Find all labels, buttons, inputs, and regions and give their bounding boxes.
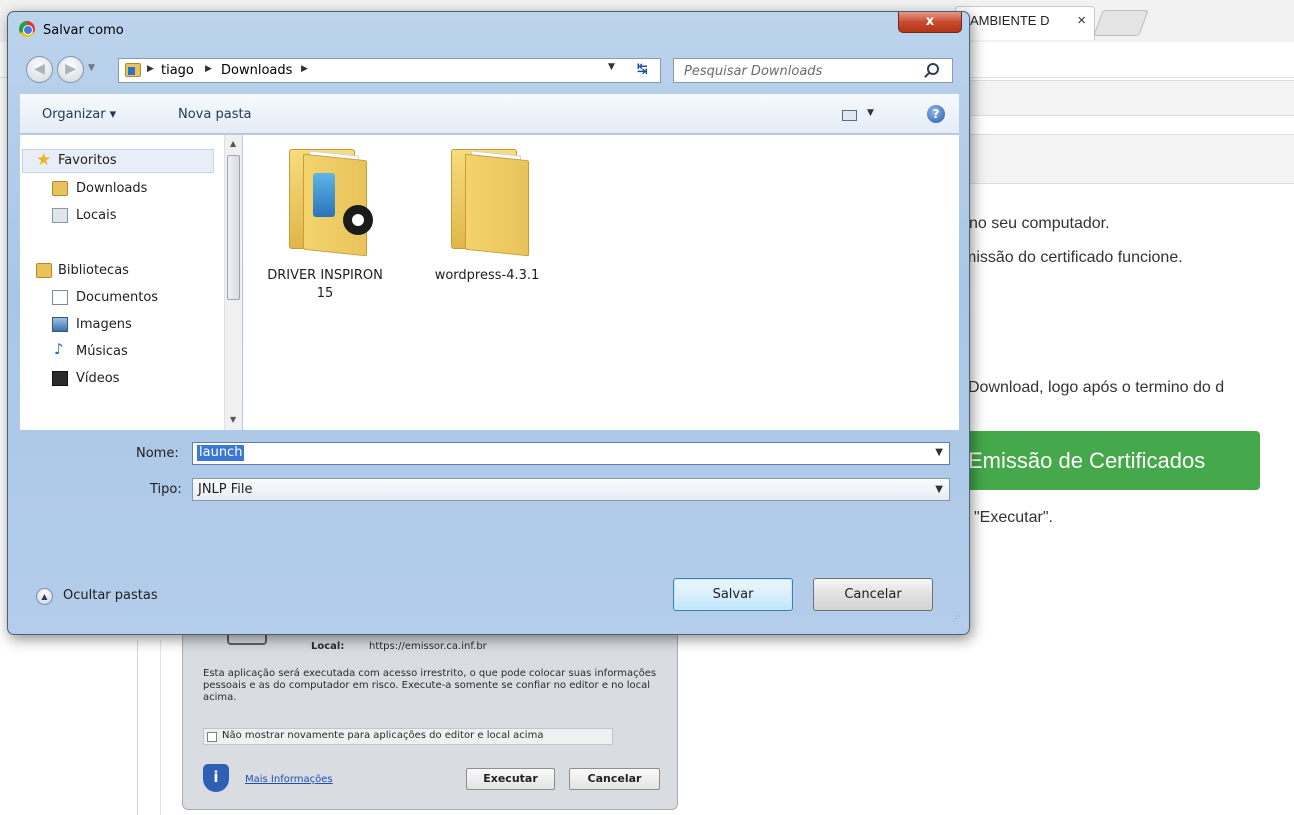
page-divider [137, 640, 138, 815]
checkbox-icon[interactable] [207, 732, 217, 742]
address-bar[interactable]: ▶ tiago ▶ Downloads ▶ [118, 58, 661, 83]
java-checkbox-label: Não mostrar novamente para aplicações do… [222, 730, 544, 741]
shield-info-icon: i [203, 764, 229, 792]
java-dont-show-checkbox[interactable]: Não mostrar novamente para aplicações do… [203, 728, 613, 745]
hide-folders-button[interactable]: ▲ Ocultar pastas [36, 587, 206, 607]
filename-label: Nome: [136, 446, 179, 461]
scroll-down-icon[interactable]: ▼ [230, 415, 236, 424]
breadcrumb-arrow-icon[interactable]: ▶ [301, 64, 308, 74]
sidebar-item-downloads[interactable]: Downloads [76, 181, 147, 196]
download-arrow-icon [313, 173, 335, 217]
scroll-up-icon[interactable]: ▲ [230, 139, 236, 148]
sidebar-item-music[interactable]: Músicas [76, 344, 128, 359]
filename-value[interactable]: launch [197, 445, 245, 461]
page-instruction-text: missão do certificado funcione. [963, 249, 1183, 266]
navigation-pane: ★ Favoritos Downloads Locais Bibliotecas… [20, 135, 242, 430]
search-box [673, 58, 953, 83]
file-type-value: JNLP File [198, 482, 253, 497]
folder-icon [451, 143, 537, 257]
chevron-down-icon[interactable]: ▼ [935, 447, 943, 458]
run-button[interactable]: Executar [466, 768, 555, 790]
file-name: DRIVER INSPIRON 15 [267, 268, 383, 301]
gear-icon [343, 205, 373, 235]
browser-tab-title: AMBIENTE D [970, 13, 1050, 28]
page-instruction-text: no seu computador. [969, 215, 1110, 232]
page-section-bar [960, 134, 1294, 184]
java-cancel-button[interactable]: Cancelar [569, 768, 660, 790]
address-dropdown-icon[interactable]: ▼ [608, 62, 615, 72]
sidebar-item-favorites-label: Favoritos [58, 153, 117, 168]
documents-icon [52, 290, 68, 305]
chevron-down-icon[interactable]: ▼ [935, 484, 943, 495]
sidebar-item-places[interactable]: Locais [76, 208, 116, 223]
browser-tab[interactable]: AMBIENTE D × [955, 6, 1095, 40]
scroll-thumb[interactable] [227, 155, 240, 300]
page-divider [160, 640, 161, 815]
downloads-folder-icon [125, 63, 141, 77]
music-icon: ♪ [54, 340, 64, 358]
back-button[interactable]: ◀ [26, 56, 53, 83]
star-icon: ★ [36, 150, 52, 170]
dialog-title: Salvar como [43, 23, 124, 38]
page-instruction-text: Download, logo após o termino do d [968, 379, 1225, 396]
save-button[interactable]: Salvar [673, 578, 793, 611]
dialog-toolbar: Organizar ▾ Nova pasta ▼ ? [20, 94, 959, 134]
sidebar-item-videos[interactable]: Vídeos [76, 371, 119, 386]
sidebar-item-images[interactable]: Imagens [76, 317, 132, 332]
file-list: DRIVER INSPIRON 15 wordpress-4.3.1 [243, 135, 959, 430]
forward-arrow-icon: ▶ [65, 61, 76, 77]
refresh-icon[interactable]: ↹ [637, 62, 648, 77]
view-dropdown-icon[interactable]: ▼ [867, 108, 874, 118]
videos-icon [52, 371, 68, 386]
organize-button[interactable]: Organizar ▾ [42, 107, 116, 122]
more-info-link[interactable]: Mais Informações [245, 774, 333, 785]
places-icon [52, 208, 68, 223]
save-as-dialog: Salvar como x ◀ ▶ ▼ ▶ tiago ▶ Downloads … [7, 11, 970, 635]
folder-icon [289, 143, 375, 257]
close-button[interactable]: x [898, 12, 962, 33]
java-local-label: Local: [311, 641, 345, 652]
search-input[interactable] [684, 62, 914, 80]
new-tab-button[interactable] [1093, 10, 1149, 36]
file-name: wordpress-4.3.1 [434, 268, 540, 283]
help-icon[interactable]: ? [927, 105, 945, 123]
libraries-icon [36, 263, 52, 278]
chevron-up-icon: ▲ [36, 588, 53, 605]
page-header-bar [960, 80, 1294, 116]
nav-scrollbar[interactable]: ▲ ▼ [224, 135, 242, 430]
sidebar-item-documents[interactable]: Documentos [76, 290, 158, 305]
resize-grip-icon[interactable]: ⋰ [952, 614, 964, 626]
search-icon[interactable] [927, 63, 939, 75]
breadcrumb-arrow-icon[interactable]: ▶ [205, 64, 212, 74]
recent-locations-dropdown-icon[interactable]: ▼ [88, 63, 95, 73]
chrome-icon [19, 21, 35, 37]
downloads-folder-icon [52, 181, 68, 196]
breadcrumb-tiago[interactable]: tiago [161, 63, 194, 78]
breadcrumb-downloads[interactable]: Downloads [221, 63, 292, 78]
cancel-button[interactable]: Cancelar [813, 578, 933, 611]
page-instruction-text: "Executar". [974, 509, 1053, 526]
file-type-label: Tipo: [150, 482, 182, 497]
file-type-select[interactable]: JNLP File ▼ [192, 478, 950, 501]
sidebar-item-libraries[interactable]: Bibliotecas [58, 263, 129, 278]
list-item[interactable]: wordpress-4.3.1 [427, 143, 547, 323]
new-folder-button[interactable]: Nova pasta [178, 107, 252, 122]
breadcrumb-arrow-icon[interactable]: ▶ [147, 64, 154, 74]
view-options-icon[interactable] [842, 110, 857, 121]
java-security-dialog: Local: https://emissor.ca.inf.br Esta ap… [182, 620, 678, 810]
hide-folders-label: Ocultar pastas [63, 588, 158, 603]
tab-close-icon[interactable]: × [1077, 12, 1086, 29]
java-warning-text: Esta aplicação será executada com acesso… [203, 668, 657, 703]
filename-field[interactable]: launch ▼ [192, 442, 950, 465]
back-arrow-icon: ◀ [34, 61, 45, 77]
list-item[interactable]: DRIVER INSPIRON 15 [265, 143, 385, 323]
emission-certificates-button[interactable]: Emissão de Certificados [962, 431, 1260, 490]
images-icon [52, 317, 68, 332]
java-local-value: https://emissor.ca.inf.br [369, 641, 487, 652]
forward-button[interactable]: ▶ [57, 56, 84, 83]
